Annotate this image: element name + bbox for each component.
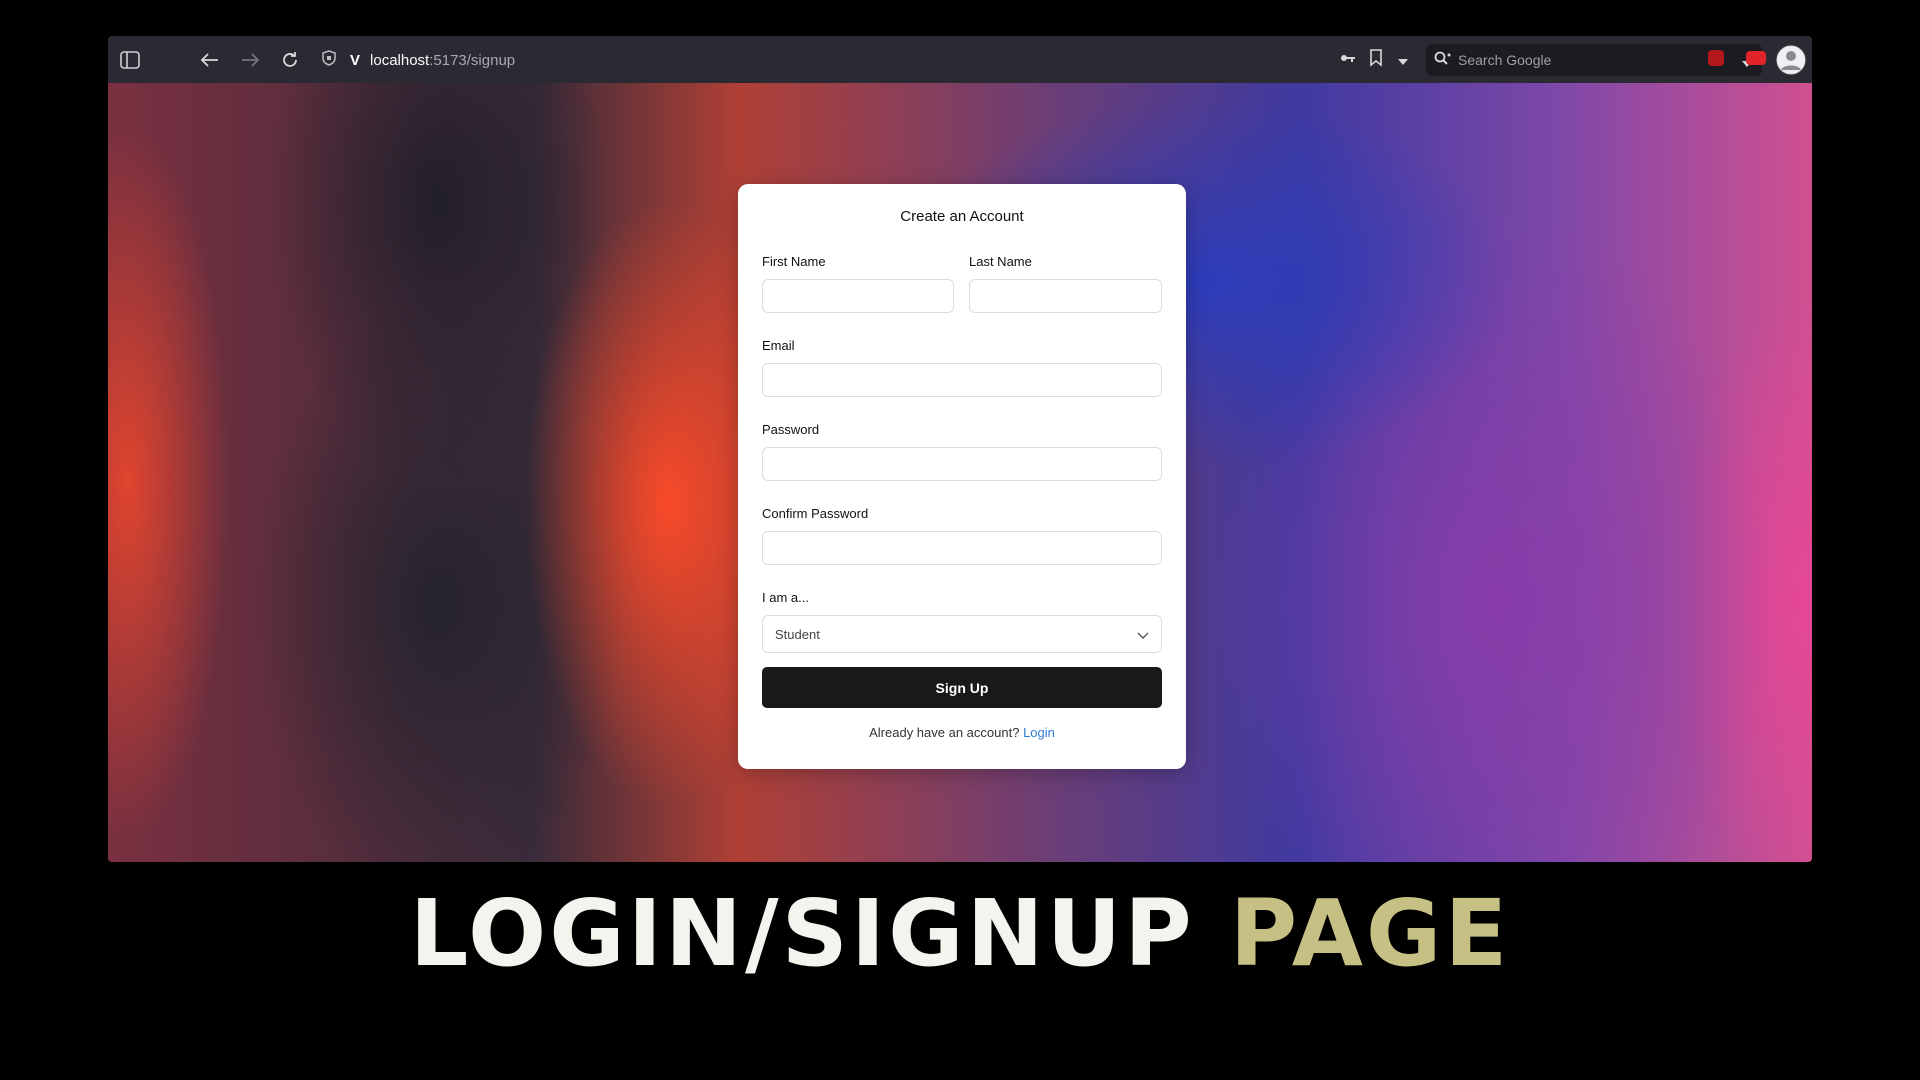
email-label: Email <box>762 338 795 353</box>
ublock-extension-icon[interactable] <box>1708 50 1724 66</box>
caption-main: LOGIN/SIGNUP <box>409 880 1195 987</box>
bookmark-icon[interactable] <box>1370 49 1382 72</box>
role-select[interactable]: Student <box>762 615 1162 653</box>
login-link[interactable]: Login <box>1023 725 1055 740</box>
url-host: localhost <box>370 51 430 69</box>
confirm-password-input[interactable] <box>762 531 1162 565</box>
url-path: :5173/signup <box>429 51 516 69</box>
profile-avatar-icon[interactable] <box>1776 45 1806 80</box>
last-name-label: Last Name <box>969 254 1032 269</box>
back-arrow-icon[interactable] <box>194 44 226 76</box>
shield-icon[interactable] <box>322 50 336 70</box>
page-caption: LOGIN/SIGNUP PAGE <box>0 880 1920 987</box>
last-name-input[interactable] <box>969 279 1162 313</box>
sidebar-toggle-icon[interactable] <box>114 44 146 76</box>
reload-icon[interactable] <box>274 44 306 76</box>
caption-accent: PAGE <box>1229 880 1511 987</box>
browser-toolbar: V localhost:5173/signup Search Google <box>108 36 1812 83</box>
password-key-icon[interactable] <box>1340 50 1356 71</box>
form-title: Create an Account <box>900 208 1024 225</box>
signup-card: Create an Account First Name Last Name E… <box>738 184 1186 769</box>
password-input[interactable] <box>762 447 1162 481</box>
page-viewport: Create an Account First Name Last Name E… <box>108 83 1812 862</box>
browser-window: V localhost:5173/signup Search Google Cr… <box>108 36 1812 862</box>
sign-up-button[interactable]: Sign Up <box>762 667 1162 708</box>
login-prompt-text: Already have an account? <box>869 725 1020 740</box>
forward-arrow-icon[interactable] <box>234 44 266 76</box>
chevron-down-icon[interactable] <box>1398 54 1408 72</box>
site-favicon-icon: V <box>350 51 361 69</box>
login-prompt: Already have an account? Login <box>738 725 1186 740</box>
first-name-label: First Name <box>762 254 826 269</box>
first-name-input[interactable] <box>762 279 954 313</box>
role-label: I am a... <box>762 590 809 605</box>
youtube-extension-icon[interactable] <box>1746 51 1766 65</box>
password-label: Password <box>762 422 820 437</box>
chevron-down-icon <box>1137 628 1149 643</box>
search-icon <box>1434 51 1452 70</box>
role-select-value: Student <box>775 626 820 642</box>
search-placeholder: Search Google <box>1458 52 1552 68</box>
confirm-password-label: Confirm Password <box>762 506 869 521</box>
email-input[interactable] <box>762 363 1162 397</box>
